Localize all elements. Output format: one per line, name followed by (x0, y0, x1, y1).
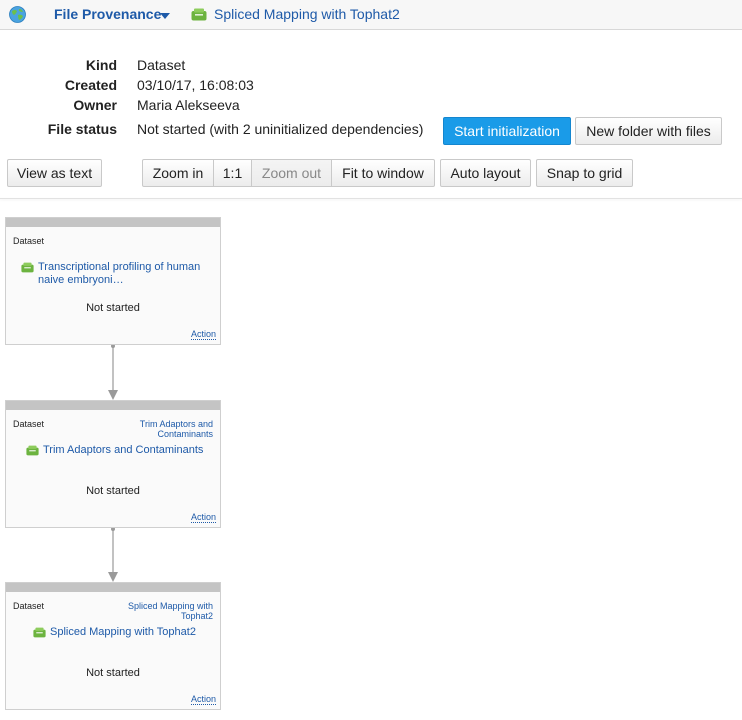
node-header-bar[interactable] (6, 401, 220, 410)
node-action-link[interactable]: Action (190, 512, 216, 523)
edge-1 (108, 344, 118, 400)
node-action-link[interactable]: Action (190, 694, 216, 705)
node-title-link[interactable]: Spliced Mapping with Tophat2 (50, 626, 218, 639)
node-job-link[interactable]: Trim Adaptors and Contaminants (113, 419, 213, 439)
node-title-link[interactable]: Transcriptional profiling of human naive… (38, 261, 210, 287)
node-header-bar[interactable] (6, 583, 220, 592)
node-job-link[interactable]: Spliced Mapping with Tophat2 (113, 601, 213, 621)
dataset-icon (21, 262, 34, 273)
node-kind: Dataset (13, 236, 45, 246)
node-header-bar[interactable] (6, 218, 220, 227)
node-title-link[interactable]: Trim Adaptors and Contaminants (43, 444, 218, 457)
node-status: Not started (86, 485, 140, 497)
node-kind: Dataset (13, 601, 45, 611)
node-status: Not started (86, 667, 140, 679)
provenance-node-source-dataset[interactable]: Dataset Transcriptional profiling of hum… (5, 217, 221, 345)
edge-2 (108, 527, 118, 582)
node-kind: Dataset (13, 419, 45, 429)
node-status: Not started (86, 302, 140, 314)
node-action-link[interactable]: Action (190, 329, 216, 340)
provenance-node-spliced-mapping[interactable]: Dataset Spliced Mapping with Tophat2 Spl… (5, 582, 221, 710)
dataset-icon (26, 445, 39, 456)
provenance-node-trim-adaptors[interactable]: Dataset Trim Adaptors and Contaminants T… (5, 400, 221, 528)
dataset-icon (33, 627, 46, 638)
